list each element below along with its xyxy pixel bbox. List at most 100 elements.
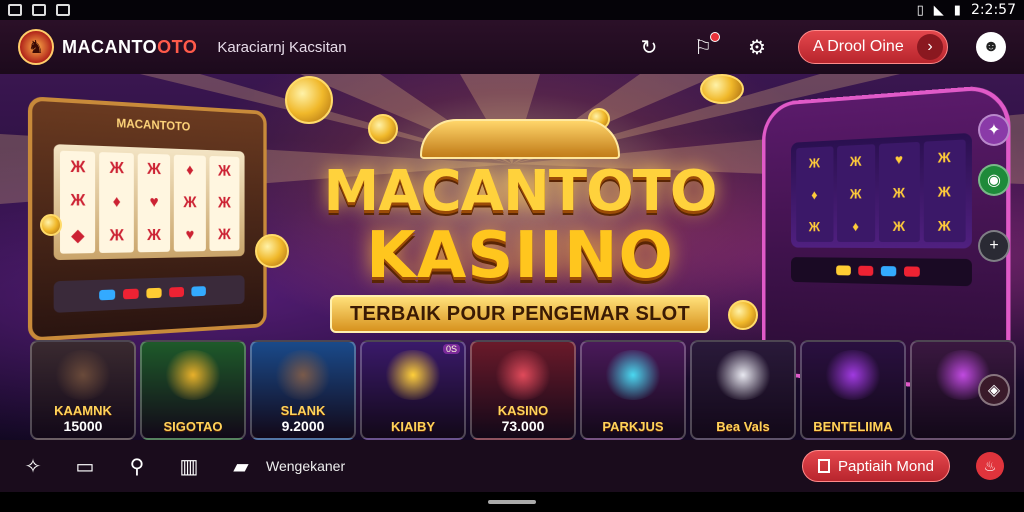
game-card[interactable]: KAAMNK 15000 [30,340,136,440]
reel-symbol: Ж [892,184,906,201]
machine-button [123,288,139,300]
game-cards: KAAMNK 15000 SIGOTAO SLANK 9.2000 0S KIAIBY KAS… [0,340,1024,440]
game-card[interactable]: SLANK 9.2000 [250,340,356,440]
status-icons-right: ▯ ◣ ▮ 2:2:57 [917,2,1016,18]
game-name: KASINO [497,403,549,418]
reel-symbol: Ж [70,191,86,210]
machine-button [169,286,185,298]
brand-prefix: MACANTO [62,36,158,57]
bag-icon[interactable]: ▰ [228,453,254,479]
puzzle-icon[interactable]: ✧ [20,453,46,479]
machine-button [904,266,920,277]
game-card[interactable]: 0S KIAIBY [360,340,466,440]
reel: ЖЖЖ [923,139,966,243]
reel-symbol: ♥ [185,226,195,244]
magic-icon[interactable]: ✦ [978,114,1010,146]
reel: ♥ Ж Ж [878,141,920,243]
bottom-bar: ✧ ▭ ⚲ ▥ ▰ Wengekaner Paptiaih Mond ♨ [0,440,1024,492]
game-name: SLANK [280,403,326,418]
reel-symbol: Ж [109,226,124,245]
bottom-cta-button[interactable]: Paptiaih Mond [802,450,950,482]
game-card[interactable]: Bea Vals [690,340,796,440]
settings-icon[interactable]: ⚙ [744,34,770,60]
machine-button [146,287,162,299]
reel: Ж Ж ◆ [60,150,96,254]
game-badge: 0S [442,344,460,354]
game-card[interactable]: BENTELIIMA [800,340,906,440]
reel-symbol: Ж [937,148,951,167]
brand-logo-icon[interactable]: ♞ [18,29,54,65]
game-art-icon [493,350,553,400]
left-machine-label: MACANTOTO [116,115,191,134]
game-art-icon [53,350,113,400]
machine-button [858,265,874,276]
right-reels: Ж ♦ Ж Ж Ж ♦ ♥ Ж Ж Ж Ж Ж [791,132,972,249]
notification-icon[interactable]: ⚐ [690,32,720,60]
user-icon[interactable]: ☻ [976,32,1006,62]
reel-symbol: Ж [892,217,906,234]
game-amount: 9.2000 [281,418,325,434]
coin-icon [40,214,62,236]
game-name: KAAMNK [54,403,112,418]
image-icon [32,4,46,16]
reel: Ж Ж ♦ [836,144,876,242]
left-slot-machine: MACANTOTO Ж Ж ◆ Ж ♦ Ж Ж ♥ Ж ♦ Ж ♥ Ж Ж Ж [27,96,267,342]
game-art-icon [383,350,443,400]
bottom-label[interactable]: Wengekaner [266,458,345,474]
search-icon[interactable]: ⚲ [124,453,150,479]
reel-symbol: Ж [70,158,86,177]
system-nav-bar [0,492,1024,512]
game-icon[interactable]: ◈ [978,374,1010,406]
game-name: PARKJUS [602,419,664,434]
game-card[interactable]: SIGOTAO [140,340,246,440]
reel-symbol: ♦ [112,193,121,211]
reel-symbol: ♥ [149,193,159,211]
reel-symbol: ♥ [894,151,903,168]
reel-symbol: Ж [183,194,197,212]
reel: Ж ♦ Ж [99,152,134,253]
brand-name[interactable]: MACANTOOTO [62,37,197,58]
reel-symbol: Ж [937,216,951,234]
reel-symbol: Ж [937,182,951,200]
vibrate-icon: ▯ [916,2,924,18]
game-name: BENTELIIMA [813,419,893,434]
game-art-icon [713,350,773,400]
game-card[interactable]: KASINO 73.000 [470,340,576,440]
game-card[interactable]: PARKJUS [580,340,686,440]
app-icon [56,4,70,16]
refresh-icon[interactable]: ↻ [636,34,662,60]
reel-symbol: Ж [808,218,821,234]
reel-symbol: Ж [109,159,124,178]
wifi-icon: ◣ [933,2,944,18]
machine-button [880,266,897,277]
chevron-right-icon: › [917,34,943,60]
reel-symbol: Ж [218,194,231,212]
reel-symbol: ♦ [186,162,194,180]
fire-icon[interactable]: ♨ [976,452,1004,480]
reel-symbol: Ж [218,226,231,243]
reel-symbol: Ж [849,153,862,170]
card-icon[interactable]: ▭ [72,453,98,479]
grid-icon[interactable]: ▥ [176,453,202,479]
machine-button [99,289,116,301]
app-header: ♞ MACANTOOTO Karaciarnj Kacsitan ↻ ⚐ ⚙ A… [0,20,1024,74]
game-amount: 15000 [63,418,103,434]
chat-icon[interactable]: ◉ [978,164,1010,196]
header-cta-button[interactable]: A Drool Oine › [798,30,948,64]
plus-icon[interactable]: + [978,230,1010,262]
game-amount: 73.000 [501,418,545,434]
game-name: SIGOTAO [163,419,223,434]
brand-accent: OTO [157,36,198,57]
reel-symbol: Ж [147,226,161,244]
home-indicator[interactable] [488,500,536,504]
header-subtitle: Karaciarnj Kacsitan [217,38,347,56]
hero-title: MACANTOTO KASIINO TERBAIK POUR PENGEMAR … [300,119,740,333]
coin-icon [700,74,744,104]
notification-dot [710,32,720,42]
game-name: Bea Vals [716,419,770,434]
right-control-panel [791,257,972,287]
hero-title-line2: KASIINO [366,219,674,293]
reel-symbol: Ж [147,161,161,179]
game-name: KIAIBY [390,419,436,434]
reel: Ж ♦ Ж [796,146,833,242]
